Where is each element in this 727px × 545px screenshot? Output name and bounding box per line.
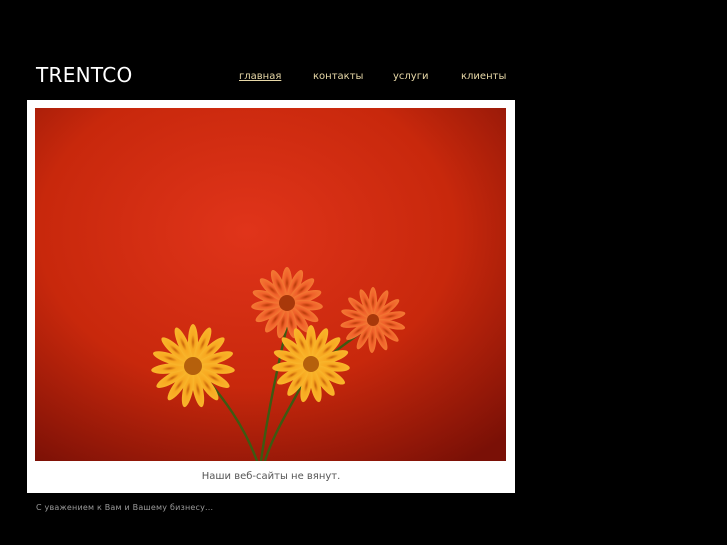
footer-text: С уважением к Вам и Вашему бизнесу... <box>36 503 214 512</box>
content-frame: Наши веб-сайты не вянут. <box>27 100 515 493</box>
nav-link-contacts[interactable]: контакты <box>313 71 363 82</box>
page: TRENTCO главная контакты услуги клиенты <box>0 0 727 545</box>
hero-photo <box>35 108 506 461</box>
nav-link-clients[interactable]: клиенты <box>461 71 506 82</box>
flowers-image <box>35 108 506 461</box>
nav-link-home[interactable]: главная <box>239 71 281 82</box>
nav-link-services[interactable]: услуги <box>393 71 428 82</box>
main-nav: главная контакты услуги клиенты <box>0 71 727 85</box>
photo-caption: Наши веб-сайты не вянут. <box>201 471 341 482</box>
